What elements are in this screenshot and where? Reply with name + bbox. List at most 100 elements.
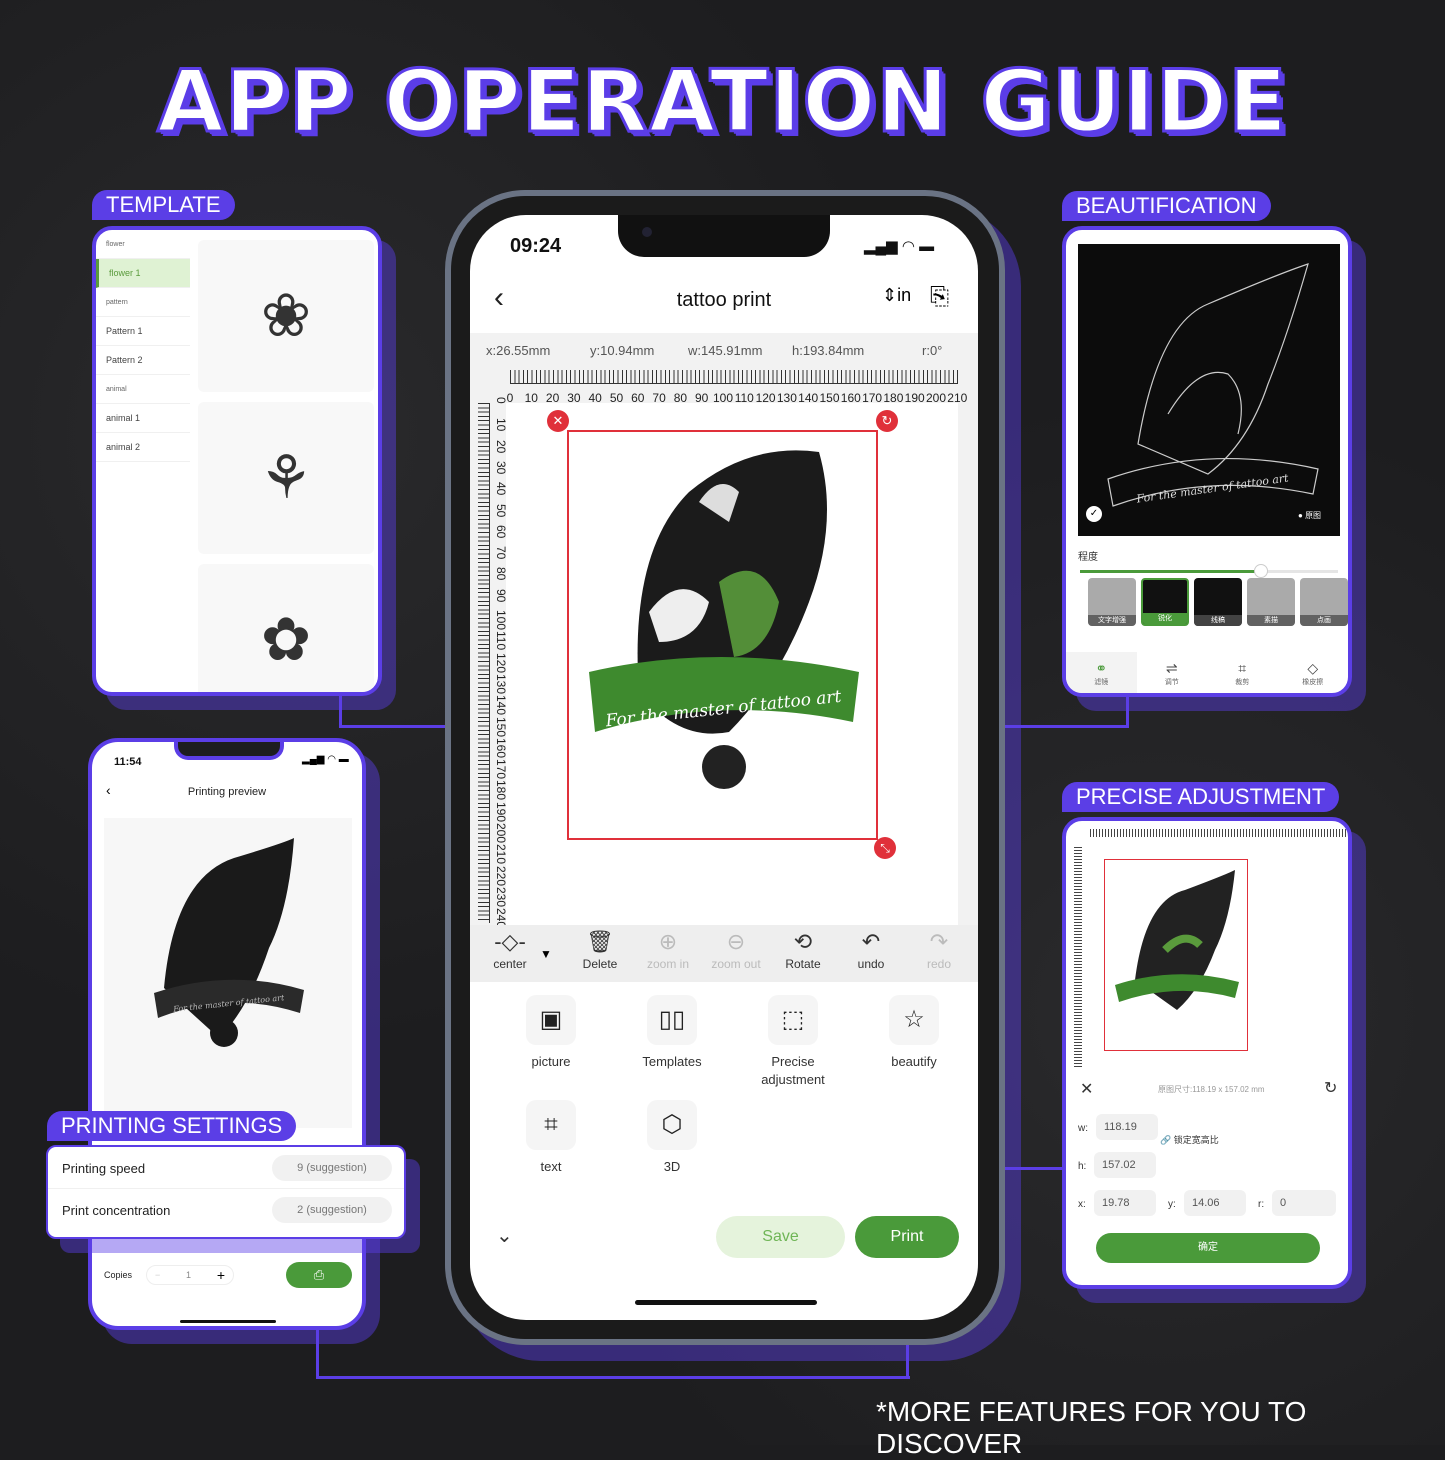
template-item[interactable]: Pattern 2: [96, 346, 190, 375]
tool-rotate[interactable]: ⟲ Rotate: [771, 927, 835, 971]
r-label: r:: [1258, 1199, 1265, 1210]
x-input[interactable]: 19.78: [1094, 1190, 1156, 1216]
rotation-input[interactable]: 0: [1272, 1190, 1336, 1216]
save-button[interactable]: Save: [716, 1216, 845, 1258]
ruler-label: 220: [494, 865, 508, 886]
feature-icon: ⬚: [768, 995, 818, 1045]
beautify-tab[interactable]: ⌗ 裁剪: [1207, 652, 1278, 693]
feature-3d[interactable]: ⬡ 3D: [617, 1100, 727, 1176]
feature-precise-adjustment[interactable]: ⬚ Precise adjustment: [738, 995, 848, 1089]
ruler-label: 50: [494, 503, 508, 517]
ruler-label: 10: [524, 391, 538, 405]
template-label: TEMPLATE: [92, 190, 235, 220]
tool-zoom-out[interactable]: ⊖ zoom out: [704, 927, 768, 971]
print-button[interactable]: Print: [855, 1216, 959, 1258]
y-input[interactable]: 14.06: [1184, 1190, 1246, 1216]
beautify-tab[interactable]: ⇌ 调节: [1137, 652, 1208, 693]
beautification-panel: For the master of tattoo art ✓ ● 原图 程度 文…: [1062, 226, 1352, 697]
collapse-chevron-icon[interactable]: ⌄: [496, 1223, 513, 1248]
selection-box[interactable]: For the master of tattoo art: [567, 430, 878, 840]
tool-delete[interactable]: 🗑 Delete: [568, 927, 632, 971]
feature-text[interactable]: ⌗ text: [496, 1100, 606, 1176]
tab-icon: ⚭: [1095, 660, 1108, 676]
mini-ruler-vertical: [1074, 847, 1082, 1067]
template-item[interactable]: animal: [96, 375, 190, 404]
horizontal-ruler: [510, 370, 958, 384]
coord-y: y:10.94mm: [590, 343, 655, 358]
home-indicator: [635, 1300, 817, 1305]
template-item[interactable]: flower 1: [96, 259, 190, 288]
setting-value[interactable]: 9 (suggestion): [272, 1155, 392, 1181]
connector: [339, 695, 342, 727]
ruler-label: 120: [494, 652, 508, 673]
setting-row[interactable]: Print concentration 2 (suggestion): [48, 1189, 404, 1231]
ruler-label: 140: [798, 391, 819, 405]
ruler-label: 40: [494, 482, 508, 496]
filter-option[interactable]: 线稿: [1194, 578, 1242, 626]
art-banner-text: For the master of tattoo art: [1135, 471, 1290, 505]
filter-option[interactable]: 素描: [1247, 578, 1295, 626]
copies-stepper[interactable]: −1 +: [146, 1265, 234, 1285]
tool-zoom-in[interactable]: ⊕ zoom in: [636, 927, 700, 971]
feature-picture[interactable]: ▣ picture: [496, 995, 606, 1071]
vertical-ruler: [478, 403, 490, 923]
degree-slider[interactable]: [1080, 564, 1338, 578]
ruler-label: 130: [494, 673, 508, 694]
beautify-tab[interactable]: ⚭ 滤镜: [1066, 652, 1137, 693]
width-input[interactable]: 118.19: [1096, 1114, 1158, 1140]
page-title: APP OPERATION GUIDE: [156, 51, 1289, 154]
unit-toggle-icon[interactable]: ⇕in: [882, 285, 911, 306]
template-item[interactable]: animal 2: [96, 433, 190, 462]
feature-icon: ⌗: [526, 1100, 576, 1150]
feature-templates[interactable]: ▯▯ Templates: [617, 995, 727, 1071]
tool-icon: 🗑: [586, 929, 614, 954]
tool-redo[interactable]: ↷ redo: [907, 927, 971, 971]
beautify-tab[interactable]: ◇ 橡皮擦: [1278, 652, 1349, 693]
status-icons: ▂▄▆ ◠ ▬: [302, 754, 349, 765]
y-label: y:: [1168, 1199, 1176, 1210]
ruler-label: 160: [494, 737, 508, 758]
beautify-tabs: ⚭ 滤镜 ⇌ 调节 ⌗ 裁剪 ◇ 橡皮擦: [1066, 652, 1349, 693]
template-thumb-roses[interactable]: ✿: [198, 564, 374, 692]
export-icon[interactable]: ⎘: [930, 283, 949, 311]
rotate-handle[interactable]: ↻: [876, 410, 898, 432]
ruler-label: 10: [494, 418, 508, 432]
ruler-label: 20: [494, 439, 508, 453]
template-thumb-rose-stem[interactable]: ⚘: [198, 402, 374, 554]
height-input[interactable]: 157.02: [1094, 1152, 1156, 1178]
template-category-list: flower flower 1 pattern Pattern 1 Pattern 2a…: [96, 230, 190, 462]
main-screen: 09:24 ▂▄▆ ◠ ▬ ‹ tattoo print ⇕in ⎘ x:26.…: [470, 215, 978, 1320]
ruler-label: 170: [494, 759, 508, 780]
copies-label: Copies: [104, 1270, 133, 1280]
h-label: h:: [1078, 1161, 1087, 1172]
template-item[interactable]: Pattern 1: [96, 317, 190, 346]
delete-handle[interactable]: ✕: [547, 410, 569, 432]
original-toggle[interactable]: ● 原图: [1298, 510, 1321, 521]
filter-option[interactable]: 文字增强: [1088, 578, 1136, 626]
tool-undo[interactable]: ↶ undo: [839, 927, 903, 971]
status-time: 09:24: [510, 235, 562, 257]
ruler-label: 210: [947, 391, 968, 405]
setting-row[interactable]: Printing speed 9 (suggestion): [48, 1147, 404, 1189]
template-item[interactable]: flower: [96, 230, 190, 259]
mini-selection: [1104, 859, 1248, 1051]
check-icon[interactable]: ✓: [1086, 506, 1102, 522]
confirm-button[interactable]: 确定: [1096, 1233, 1320, 1263]
setting-value[interactable]: 2 (suggestion): [272, 1197, 392, 1223]
center-dropdown-icon[interactable]: ▼: [540, 947, 552, 961]
template-item[interactable]: pattern: [96, 288, 190, 317]
reset-icon[interactable]: ↻: [1324, 1078, 1337, 1098]
feature-beautify[interactable]: ☆ beautify: [859, 995, 969, 1071]
filter-option[interactable]: 点画: [1300, 578, 1348, 626]
beautification-label: BEAUTIFICATION: [1062, 191, 1271, 221]
print-icon-button[interactable]: ⎙: [286, 1262, 352, 1288]
close-icon[interactable]: ✕: [1080, 1079, 1093, 1099]
filter-option[interactable]: 锐化: [1141, 578, 1189, 626]
feature-icon: ▯▯: [647, 995, 697, 1045]
resize-handle[interactable]: ⤡: [874, 837, 896, 859]
lock-aspect-toggle[interactable]: 🔗 锁定宽高比: [1160, 1133, 1219, 1146]
preview-phone: 11:54 ▂▄▆ ◠ ▬ ‹ Printing preview For the…: [88, 738, 366, 1330]
template-item[interactable]: animal 1: [96, 404, 190, 433]
template-thumb-rose[interactable]: ❀: [198, 240, 374, 392]
tool-center[interactable]: -◇- center: [478, 927, 542, 971]
